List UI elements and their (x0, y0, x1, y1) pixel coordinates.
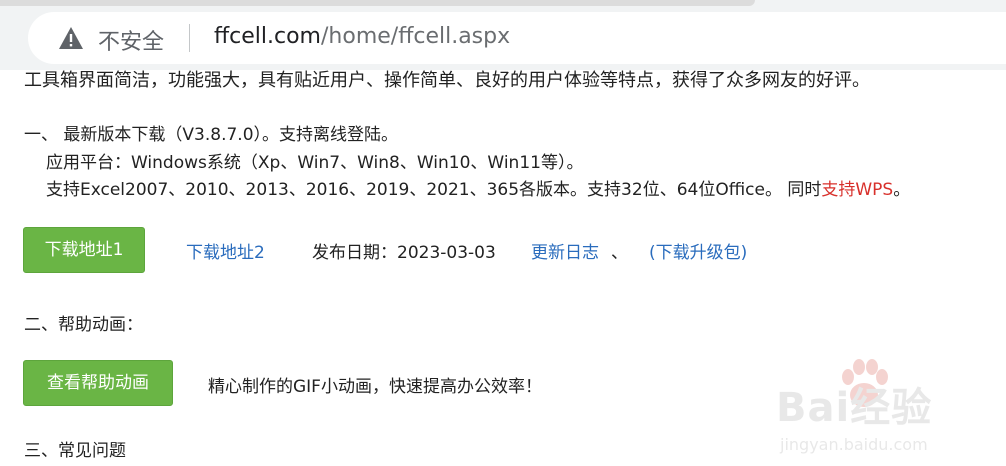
browser-chrome: 不安全 ffcell.com/home/ffcell.aspx (0, 0, 1006, 70)
watermark-brand: Bai经验 (776, 385, 933, 431)
support-suffix: 。 (893, 180, 911, 200)
address-bar[interactable]: 不安全 ffcell.com/home/ffcell.aspx (28, 12, 1006, 64)
url-path: /home/ffcell.aspx (321, 24, 511, 49)
changelog-link[interactable]: 更新日志 (531, 238, 599, 263)
warning-icon[interactable] (58, 26, 84, 50)
baidu-watermark: Bai经验 jingyan.baidu.com (770, 355, 1006, 466)
support-text: 支持Excel2007、2010、2013、2016、2019、2021、365… (46, 175, 910, 200)
upgrade-package-link[interactable]: (下载升级包) (649, 238, 747, 263)
url-text[interactable]: ffcell.com/home/ffcell.aspx (214, 24, 510, 49)
release-date: 发布日期：2023-03-03 (312, 243, 496, 263)
platform-text: 应用平台：Windows系统（Xp、Win7、Win8、Win10、Win11等… (46, 153, 584, 173)
section1-heading: 一、 最新版本下载（V3.8.7.0）。支持离线登陆。 (24, 125, 399, 145)
download-link-2[interactable]: 下载地址2 (186, 238, 265, 263)
link-separator: 、 (611, 243, 628, 263)
section2-heading: 二、帮助动画： (24, 315, 143, 335)
page-content: 工具箱界面简洁，功能强大，具有贴近用户、操作简单、良好的用户体验等特点，获得了众… (0, 70, 1006, 466)
intro-text: 工具箱界面简洁，功能强大，具有贴近用户、操作简单、良好的用户体验等特点，获得了众… (24, 70, 870, 91)
address-divider (189, 24, 190, 52)
support-prefix: 支持Excel2007、2010、2013、2016、2019、2021、365… (46, 180, 822, 200)
help-description: 精心制作的GIF小动画，快速提高办公效率！ (208, 377, 542, 397)
help-animation-button[interactable]: 查看帮助动画 (23, 360, 173, 406)
download-button-1[interactable]: 下载地址1 (23, 227, 145, 273)
security-label[interactable]: 不安全 (98, 24, 164, 56)
watermark-url: jingyan.baidu.com (780, 435, 928, 454)
tab-strip-edge (0, 0, 755, 6)
support-wps: 支持WPS (821, 180, 894, 200)
url-host: ffcell.com (214, 24, 321, 49)
paw-icon (842, 359, 888, 407)
section3-heading: 三、常见问题 (24, 441, 126, 461)
